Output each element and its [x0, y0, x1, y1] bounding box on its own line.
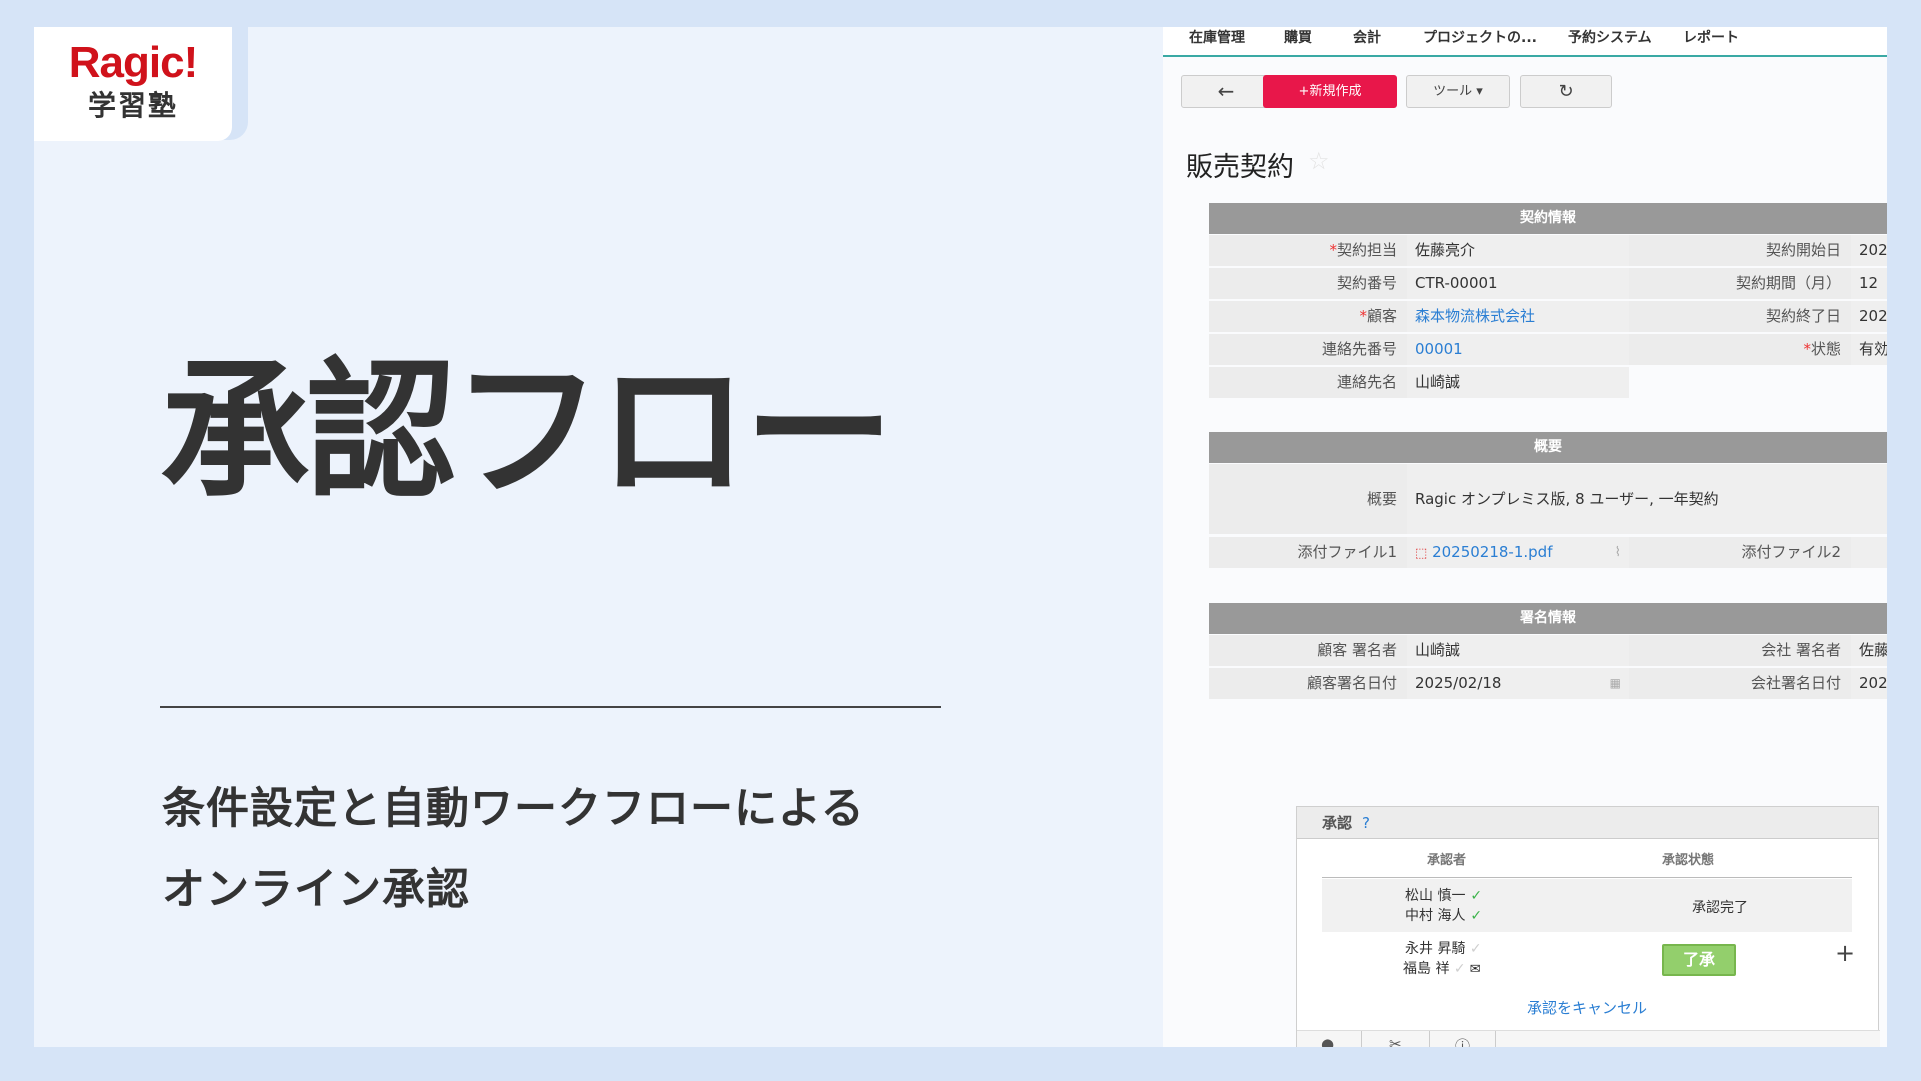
- paperclip-icon[interactable]: ⌇: [1615, 537, 1621, 568]
- field-value[interactable]: 佐藤亮介: [1407, 235, 1629, 266]
- pdf-icon: ⬚: [1415, 546, 1428, 561]
- back-button[interactable]: ←: [1181, 75, 1271, 108]
- field-label: 契約番号: [1209, 268, 1407, 299]
- nav-tab-reservations[interactable]: 予約システム: [1568, 27, 1652, 49]
- form-row: 添付ファイル1 ⬚ 20250218-1.pdf ⌇ 添付ファイル2: [1209, 537, 1887, 569]
- pending-check-icon: ✓: [1449, 961, 1466, 977]
- cancel-approval-link[interactable]: 承認をキャンセル: [1527, 997, 1647, 1018]
- field-label: 添付ファイル1: [1209, 537, 1407, 568]
- field-value[interactable]: 有効: [1851, 334, 1887, 365]
- check-icon: ✓: [1465, 908, 1483, 924]
- summary-value[interactable]: Ragic オンプレミス版, 8 ユーザー, 一年契約: [1407, 464, 1887, 534]
- star-icon[interactable]: ☆: [1308, 147, 1330, 175]
- refresh-button[interactable]: ↻: [1520, 75, 1612, 108]
- form-row: *顧客 森本物流株式会社 契約終了日 2026: [1209, 301, 1887, 333]
- field-value[interactable]: 山崎誠: [1407, 367, 1629, 398]
- footer-divider: [1429, 1031, 1430, 1047]
- field-value[interactable]: 2025: [1851, 235, 1887, 266]
- field-label: 会社 署名者: [1629, 635, 1851, 666]
- field-label: *状態: [1629, 334, 1851, 365]
- field-label: 連絡先番号: [1209, 334, 1407, 365]
- approval-status: 承認完了: [1692, 900, 1748, 916]
- slide-subtitle-line-1: 条件設定と自動ワークフローによる: [162, 784, 865, 834]
- approval-panel: 承認? 承認者 承認状態 松山 慎一 ✓ 中村 海人 ✓ 承認完了 永井 昇騎 …: [1296, 806, 1880, 1047]
- accept-button[interactable]: 了承: [1662, 944, 1736, 976]
- attachment-field[interactable]: ⬚ 20250218-1.pdf ⌇: [1407, 537, 1629, 568]
- calendar-icon[interactable]: ▦: [1610, 668, 1621, 699]
- attachment-field-2[interactable]: [1851, 537, 1887, 568]
- form-row: *契約担当 佐藤亮介 契約開始日 2025: [1209, 235, 1887, 267]
- attachment-link[interactable]: 20250218-1.pdf: [1432, 543, 1552, 561]
- form-row: 連絡先名 山崎誠: [1209, 367, 1887, 399]
- footer-divider: [1495, 1031, 1496, 1047]
- approver-column-header: 承認者: [1427, 853, 1467, 868]
- customer-link[interactable]: 森本物流株式会社: [1407, 301, 1629, 332]
- approver: 中村 海人 ✓: [1405, 908, 1483, 924]
- nav-tab-inventory[interactable]: 在庫管理: [1189, 27, 1245, 49]
- top-nav: 在庫管理 購買 会計 プロジェクトの... 予約システム レポート: [1163, 27, 1887, 57]
- footer-divider: [1361, 1031, 1362, 1047]
- mail-icon: ✉: [1465, 962, 1481, 977]
- logo: Ragic! 学習塾: [34, 27, 232, 141]
- new-record-button[interactable]: +新規作成: [1263, 75, 1397, 108]
- section-header-signature: 署名情報: [1209, 603, 1887, 634]
- field-value[interactable]: 2025: [1851, 668, 1887, 699]
- slide-title: 承認フロー: [160, 345, 894, 519]
- status-column-header: 承認状態: [1662, 853, 1715, 868]
- field-label: 顧客署名日付: [1209, 668, 1407, 699]
- date-field[interactable]: 2025/02/18 ▦: [1407, 668, 1629, 699]
- approver: 松山 慎一 ✓: [1405, 888, 1483, 904]
- pending-check-icon: ✓: [1465, 941, 1482, 957]
- back-arrow-icon: ←: [1217, 79, 1235, 103]
- comment-icon[interactable]: ●: [1321, 1035, 1334, 1047]
- field-label: 会社署名日付: [1629, 668, 1851, 699]
- field-value[interactable]: 12: [1851, 268, 1887, 299]
- nav-tab-projects[interactable]: プロジェクトの...: [1423, 27, 1537, 49]
- form-row: 概要 Ragic オンプレミス版, 8 ユーザー, 一年契約: [1209, 464, 1887, 536]
- field-label: 概要: [1209, 464, 1407, 534]
- help-icon[interactable]: ?: [1362, 814, 1370, 832]
- slide-subtitle-line-2: オンライン承認: [162, 865, 470, 915]
- tools-dropdown[interactable]: ツール ▾: [1406, 75, 1510, 108]
- check-icon: ✓: [1465, 888, 1483, 904]
- form-title: 販売契約: [1186, 152, 1294, 183]
- logo-wordmark: Ragic!: [68, 38, 198, 87]
- form-row: 顧客 署名者 山崎誠 会社 署名者 佐藤: [1209, 635, 1887, 667]
- approver: 永井 昇騎 ✓: [1405, 941, 1482, 957]
- field-label: 契約期間（月）: [1629, 268, 1851, 299]
- field-label: 契約開始日: [1629, 235, 1851, 266]
- slide-frame: Ragic! 学習塾 承認フロー 条件設定と自動ワークフローによる オンライン承…: [34, 27, 1887, 1047]
- field-label: 契約終了日: [1629, 301, 1851, 332]
- nav-tab-accounting[interactable]: 会計: [1353, 27, 1381, 49]
- app-screenshot: 在庫管理 購買 会計 プロジェクトの... 予約システム レポート ← +新規作…: [1163, 27, 1887, 1047]
- field-value[interactable]: 2026: [1851, 301, 1887, 332]
- section-header-contract: 契約情報: [1209, 203, 1887, 234]
- field-label: 連絡先名: [1209, 367, 1407, 398]
- approver: 福島 祥 ✓ ✉: [1403, 961, 1481, 977]
- form-row: 連絡先番号 00001 *状態 有効: [1209, 334, 1887, 366]
- field-label: 顧客 署名者: [1209, 635, 1407, 666]
- cut-icon[interactable]: ✂: [1389, 1035, 1402, 1047]
- form-row: 契約番号 CTR-00001 契約期間（月） 12: [1209, 268, 1887, 300]
- add-approver-icon[interactable]: +: [1835, 939, 1855, 967]
- field-label: *顧客: [1209, 301, 1407, 332]
- field-value[interactable]: CTR-00001: [1407, 268, 1629, 299]
- approval-header: 承認?: [1297, 807, 1878, 839]
- field-value[interactable]: 山崎誠: [1407, 635, 1629, 666]
- approval-footer: ● ✂ ⓘ: [1297, 1030, 1880, 1047]
- title-divider: [160, 706, 941, 708]
- nav-tab-purchasing[interactable]: 購買: [1284, 27, 1312, 49]
- approval-step-row: 松山 慎一 ✓ 中村 海人 ✓ 承認完了: [1322, 879, 1852, 932]
- refresh-icon: ↻: [1558, 81, 1574, 102]
- field-label: 添付ファイル2: [1629, 537, 1851, 568]
- form-row: 顧客署名日付 2025/02/18 ▦ 会社署名日付 2025: [1209, 668, 1887, 700]
- logo-subtitle: 学習塾: [87, 89, 178, 122]
- contact-number-link[interactable]: 00001: [1407, 334, 1629, 365]
- nav-tab-reports[interactable]: レポート: [1683, 27, 1739, 49]
- field-value[interactable]: 佐藤: [1851, 635, 1887, 666]
- info-icon[interactable]: ⓘ: [1455, 1035, 1470, 1047]
- header-divider: [1322, 877, 1852, 878]
- field-label: *契約担当: [1209, 235, 1407, 266]
- section-header-summary: 概要: [1209, 432, 1887, 463]
